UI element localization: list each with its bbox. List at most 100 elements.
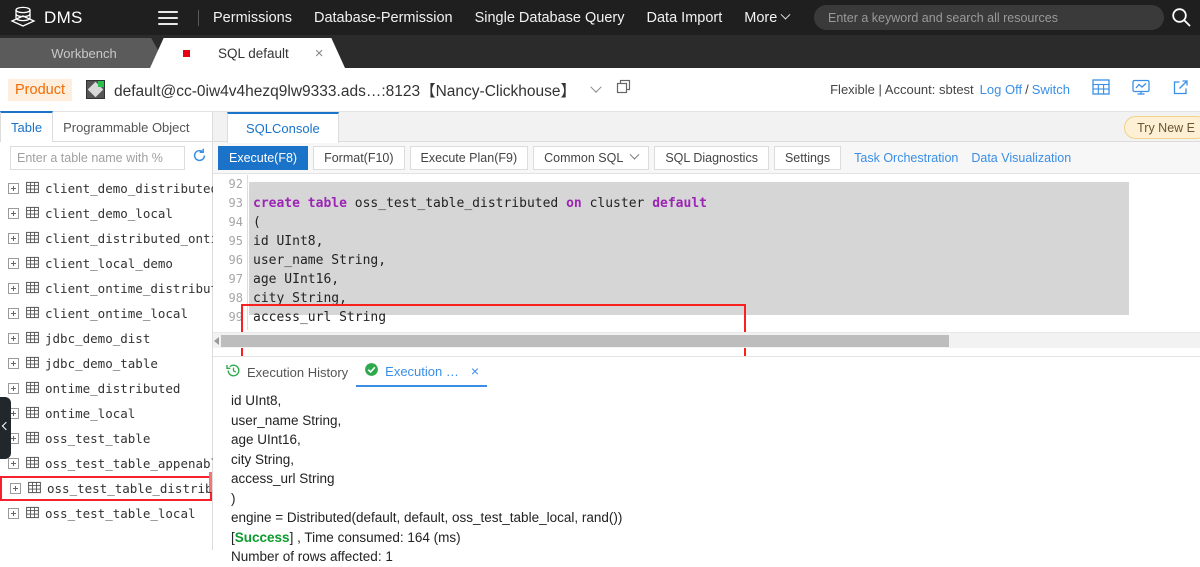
settings-button[interactable]: Settings xyxy=(773,145,842,170)
table-search-input[interactable] xyxy=(10,146,185,170)
close-icon[interactable]: × xyxy=(471,363,479,379)
sql-diagnostics-button[interactable]: SQL Diagnostics xyxy=(654,145,769,170)
result-output: id UInt8, user_name String, age UInt16, cit… xyxy=(209,387,1200,567)
table-name: oss_test_table_appenable xyxy=(45,456,226,471)
sql-console-area: SQLConsole Try New E Execute(F8) Format(… xyxy=(209,112,1200,564)
code-lines: create table oss_test_table_distributed … xyxy=(249,175,793,330)
scrollbar-thumb[interactable] xyxy=(221,335,949,347)
expand-plus-icon[interactable] xyxy=(8,258,19,269)
task-orchestration-link[interactable]: Task Orchestration xyxy=(854,151,958,165)
table-list-item[interactable]: jdbc_demo_dist xyxy=(0,326,212,351)
code-line: ( xyxy=(253,215,261,230)
line-number: 96 xyxy=(228,253,243,267)
table-list-item[interactable]: ontime_local xyxy=(0,401,212,426)
connection-title: default@cc-0iw4v4hezq9lw9333.ads…:8123【N… xyxy=(113,82,577,100)
table-list-item[interactable]: client_demo_distributed xyxy=(0,176,218,201)
table-list-item[interactable]: client_local_demo xyxy=(0,251,212,276)
refresh-icon[interactable] xyxy=(192,148,207,168)
tab-programmable-object[interactable]: Programmable Object xyxy=(53,112,199,142)
line-number: 92 xyxy=(228,177,243,191)
nav-item-database-permission[interactable]: Database-Permission xyxy=(314,10,453,26)
expand-plus-icon[interactable] xyxy=(8,308,19,319)
window-tab-strip: Workbench SQL default × xyxy=(0,35,1200,68)
table-list-item[interactable]: jdbc_demo_table xyxy=(0,351,212,376)
status-suffix: ] , Time consumed: 164 (ms) xyxy=(289,529,461,545)
table-name: oss_test_table_local xyxy=(45,506,196,521)
code-line: user_name String, xyxy=(253,253,387,268)
try-new-editor-button[interactable]: Try New E xyxy=(1124,116,1200,139)
table-icon xyxy=(26,231,39,247)
left-panel-tabs: Table Programmable Object xyxy=(0,111,212,142)
close-icon[interactable]: × xyxy=(315,45,324,62)
table-icon xyxy=(26,256,39,272)
table-list-item[interactable]: ontime_distributed xyxy=(0,376,212,401)
chevron-down-icon xyxy=(780,9,791,20)
switch-account-link[interactable]: Switch xyxy=(1032,82,1070,97)
panel-collapse-handle[interactable] xyxy=(0,397,11,459)
execute-button[interactable]: Execute(F8) xyxy=(218,145,309,170)
table-icon xyxy=(26,456,39,472)
scroll-left-arrow-icon[interactable] xyxy=(214,337,219,345)
tab-sqlconsole[interactable]: SQLConsole xyxy=(227,112,339,143)
table-list-item[interactable]: oss_test_table_distribu⋯ xyxy=(0,476,228,501)
nav-more-label: More xyxy=(744,9,778,26)
nav-item-permissions[interactable]: Permissions xyxy=(213,10,292,26)
editor-horizontal-scrollbar[interactable] xyxy=(213,332,1200,348)
global-search-area xyxy=(814,5,1164,30)
expand-plus-icon[interactable] xyxy=(8,233,19,244)
table-name: client_local_demo xyxy=(45,256,173,271)
table-list-item[interactable]: client_ontime_distributed xyxy=(0,276,233,301)
dms-database-logo-icon xyxy=(10,5,36,31)
tab-table[interactable]: Table xyxy=(0,111,54,142)
table-list-item[interactable]: oss_test_table_appenable xyxy=(0,451,226,476)
table-list-item[interactable]: oss_test_table_local xyxy=(0,501,212,526)
expand-plus-icon[interactable] xyxy=(8,358,19,369)
external-link-icon[interactable] xyxy=(1172,78,1190,101)
execute-plan-button[interactable]: Execute Plan(F9) xyxy=(409,145,529,170)
data-visualization-link[interactable]: Data Visualization xyxy=(971,151,1071,165)
expand-plus-icon[interactable] xyxy=(10,483,21,494)
table-grid-icon[interactable] xyxy=(1092,78,1110,101)
link-separator: / xyxy=(1025,82,1029,97)
format-button[interactable]: Format(F10) xyxy=(313,145,405,170)
tab-execution-history[interactable]: Execution History xyxy=(218,357,356,387)
global-search-input[interactable] xyxy=(814,5,1164,30)
table-list-item[interactable]: client_ontime_local xyxy=(0,301,212,326)
expand-plus-icon[interactable] xyxy=(8,333,19,344)
expand-plus-icon[interactable] xyxy=(8,383,19,394)
common-sql-dropdown[interactable]: Common SQL xyxy=(533,145,650,170)
chevron-down-icon[interactable] xyxy=(590,81,602,93)
table-list-item[interactable]: client_demo_local xyxy=(0,201,212,226)
hamburger-icon[interactable] xyxy=(158,7,178,29)
top-navigation-bar: DMS Permissions Database-Permission Sing… xyxy=(0,0,1200,35)
nav-item-single-database-query[interactable]: Single Database Query xyxy=(475,10,625,26)
expand-plus-icon[interactable] xyxy=(8,458,19,469)
table-name: jdbc_demo_table xyxy=(45,356,158,371)
table-icon xyxy=(28,481,41,497)
sql-editor[interactable]: 9293949596979899100101102103 create tabl… xyxy=(213,175,1200,330)
line-number: 95 xyxy=(228,234,243,248)
expand-plus-icon[interactable] xyxy=(8,183,19,194)
expand-plus-icon[interactable] xyxy=(8,208,19,219)
tab-workbench[interactable]: Workbench xyxy=(0,38,168,68)
brand-logo-area[interactable]: DMS xyxy=(0,5,130,31)
nav-item-data-import[interactable]: Data Import xyxy=(647,10,723,26)
expand-plus-icon[interactable] xyxy=(8,283,19,294)
tab-sql-default[interactable]: SQL default × xyxy=(150,38,345,68)
table-name: jdbc_demo_dist xyxy=(45,331,151,346)
success-check-icon xyxy=(364,362,379,380)
monitor-chart-icon[interactable] xyxy=(1132,78,1150,101)
result-panel: Execution History Execution … × id UInt8… xyxy=(209,356,1200,564)
table-list-item[interactable]: oss_test_table xyxy=(0,426,212,451)
nav-divider xyxy=(198,9,199,26)
search-icon[interactable] xyxy=(1170,6,1192,28)
code-area[interactable]: create table oss_test_table_distributed … xyxy=(249,175,1200,330)
expand-plus-icon[interactable] xyxy=(8,508,19,519)
database-instance-icon xyxy=(85,80,105,99)
table-list-item[interactable]: client_distributed_ontime xyxy=(0,226,233,251)
tab-execution-result[interactable]: Execution … × xyxy=(356,357,488,387)
log-off-link[interactable]: Log Off xyxy=(980,82,1022,97)
copy-icon[interactable] xyxy=(616,79,632,100)
nav-item-more[interactable]: More xyxy=(744,9,791,26)
